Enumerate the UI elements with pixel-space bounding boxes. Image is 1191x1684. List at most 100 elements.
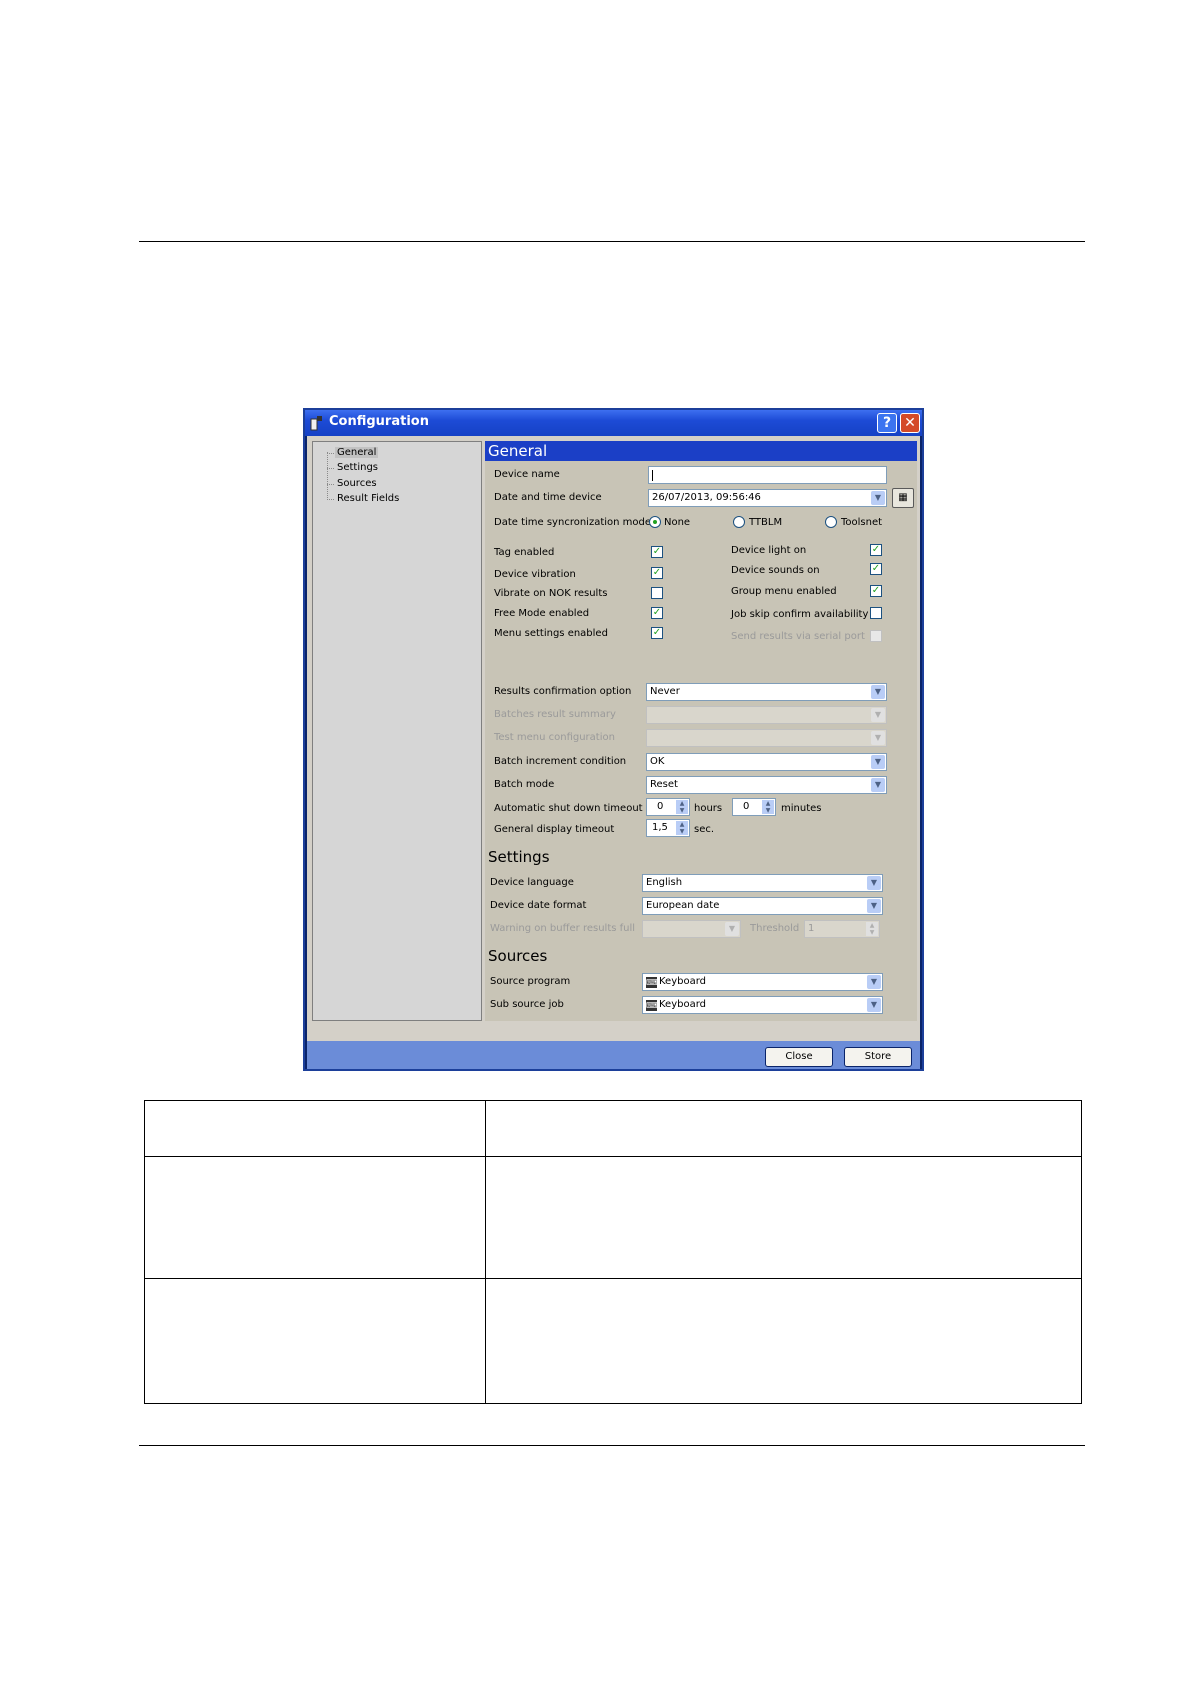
send-serial-label: Send results via serial port bbox=[731, 631, 865, 642]
sync-toolsnet-label: Toolsnet bbox=[841, 517, 883, 528]
test-menu-config-label: Test menu configuration bbox=[494, 732, 615, 743]
warning-buffer-select[interactable]: ▼ bbox=[642, 920, 741, 938]
chevron-down-icon[interactable]: ▼ bbox=[867, 975, 881, 989]
dialog-body: General Settings Sources Result Fields G… bbox=[307, 436, 920, 1041]
configuration-window: Configuration ? ✕ General Settings Sourc… bbox=[303, 408, 924, 1071]
help-button[interactable]: ? bbox=[877, 413, 897, 433]
test-menu-config-select[interactable]: ▼ bbox=[646, 729, 887, 747]
spinner-arrows-icon[interactable]: ▲ ▼ bbox=[762, 800, 774, 814]
device-sounds-label: Device sounds on bbox=[731, 565, 820, 576]
batch-mode-label: Batch mode bbox=[494, 779, 555, 790]
tree-connector bbox=[327, 452, 329, 500]
auto-shutdown-label: Automatic shut down timeout bbox=[494, 803, 643, 814]
dialog-footer: Close Store bbox=[307, 1041, 920, 1069]
source-program-select[interactable]: ⌨Keyboard ▼ bbox=[642, 973, 883, 991]
shutdown-hours-spinner[interactable]: 0 ▲ ▼ bbox=[646, 798, 690, 816]
device-language-label: Device language bbox=[490, 877, 574, 888]
bottom-rule bbox=[139, 1445, 1085, 1446]
batches-summary-select[interactable]: ▼ bbox=[646, 706, 887, 724]
group-menu-checkbox[interactable]: ✓ bbox=[870, 585, 882, 597]
display-timeout-unit: sec. bbox=[694, 824, 715, 835]
close-window-button[interactable]: ✕ bbox=[900, 413, 920, 433]
batch-increment-label: Batch increment condition bbox=[494, 756, 627, 767]
table-row-divider bbox=[145, 1156, 1081, 1157]
date-format-label: Device date format bbox=[490, 900, 587, 911]
date-format-select[interactable]: European date ▼ bbox=[642, 897, 883, 915]
chevron-down-icon[interactable]: ▼ bbox=[871, 755, 885, 769]
chevron-down-icon[interactable]: ▼ bbox=[867, 876, 881, 890]
chevron-down-icon[interactable]: ▼ bbox=[871, 685, 885, 699]
minutes-unit-label: minutes bbox=[781, 803, 822, 814]
chevron-down-icon[interactable]: ▼ bbox=[871, 731, 885, 745]
date-time-device-field[interactable]: 26/07/2013, 09:56:46 ▼ bbox=[648, 489, 887, 507]
device-language-select[interactable]: English ▼ bbox=[642, 874, 883, 892]
tag-enabled-checkbox[interactable]: ✓ bbox=[651, 546, 663, 558]
title-bar: Configuration ? ✕ bbox=[305, 410, 922, 436]
vibrate-nok-checkbox[interactable] bbox=[651, 587, 663, 599]
sync-toolsnet-radio[interactable] bbox=[825, 516, 837, 528]
sub-source-job-label: Sub source job bbox=[490, 999, 564, 1010]
sources-section-title: Sources bbox=[488, 947, 548, 965]
tree-item-result-fields[interactable]: Result Fields bbox=[326, 493, 401, 504]
sync-ttblm-radio[interactable] bbox=[733, 516, 745, 528]
settings-section-title: Settings bbox=[488, 848, 550, 866]
tag-enabled-label: Tag enabled bbox=[494, 547, 555, 558]
general-panel: General Device name Date and time device… bbox=[485, 441, 917, 1021]
device-name-input[interactable] bbox=[648, 466, 887, 484]
table-row-divider bbox=[145, 1278, 1081, 1279]
tree-item-general[interactable]: General bbox=[326, 447, 379, 458]
free-mode-checkbox[interactable]: ✓ bbox=[651, 607, 663, 619]
results-confirmation-select[interactable]: Never ▼ bbox=[646, 683, 887, 701]
tree-item-settings[interactable]: Settings bbox=[326, 462, 380, 473]
menu-settings-checkbox[interactable]: ✓ bbox=[651, 627, 663, 639]
calendar-sync-button[interactable]: ▦ bbox=[892, 488, 914, 508]
shutdown-minutes-spinner[interactable]: 0 ▲ ▼ bbox=[732, 798, 776, 816]
chevron-down-icon[interactable]: ▼ bbox=[725, 922, 739, 936]
job-skip-checkbox[interactable] bbox=[870, 607, 882, 619]
description-table bbox=[144, 1100, 1082, 1404]
calendar-icon: ▦ bbox=[898, 492, 908, 503]
chevron-down-icon[interactable]: ▼ bbox=[871, 778, 885, 792]
device-vibration-label: Device vibration bbox=[494, 569, 576, 580]
send-serial-checkbox[interactable] bbox=[870, 630, 882, 642]
group-menu-label: Group menu enabled bbox=[731, 586, 837, 597]
spinner-arrows-icon[interactable]: ▲ ▼ bbox=[676, 800, 688, 814]
vibrate-nok-label: Vibrate on NOK results bbox=[494, 588, 608, 599]
device-vibration-checkbox[interactable]: ✓ bbox=[651, 567, 663, 579]
free-mode-label: Free Mode enabled bbox=[494, 608, 590, 619]
chevron-down-icon[interactable]: ▼ bbox=[867, 998, 881, 1012]
app-icon bbox=[310, 416, 322, 431]
keyboard-icon: ⌨ bbox=[646, 1000, 658, 1011]
device-light-label: Device light on bbox=[731, 545, 807, 556]
display-timeout-spinner[interactable]: 1,5 ▲ ▼ bbox=[646, 819, 690, 837]
device-name-label: Device name bbox=[494, 469, 560, 480]
spinner-arrows-icon[interactable]: ▲ ▼ bbox=[866, 922, 878, 936]
chevron-down-icon[interactable]: ▼ bbox=[871, 491, 885, 505]
tree-item-sources[interactable]: Sources bbox=[327, 478, 379, 489]
sync-ttblm-label: TTBLM bbox=[749, 517, 783, 528]
text-caret bbox=[652, 470, 653, 481]
sync-none-label: None bbox=[664, 517, 691, 528]
sync-none-radio[interactable] bbox=[649, 516, 661, 528]
store-button[interactable]: Store bbox=[844, 1047, 912, 1067]
batches-summary-label: Batches result summary bbox=[494, 709, 616, 720]
menu-settings-label: Menu settings enabled bbox=[494, 628, 608, 639]
threshold-label: Threshold bbox=[750, 923, 800, 934]
keyboard-icon: ⌨ bbox=[646, 977, 658, 988]
device-light-checkbox[interactable]: ✓ bbox=[870, 544, 882, 556]
batch-increment-select[interactable]: OK ▼ bbox=[646, 753, 887, 771]
results-confirmation-label: Results confirmation option bbox=[494, 686, 632, 697]
spinner-arrows-icon[interactable]: ▲ ▼ bbox=[676, 821, 688, 835]
window-title: Configuration bbox=[329, 414, 429, 429]
table-column-divider bbox=[485, 1101, 486, 1403]
threshold-spinner[interactable]: 1 ▲ ▼ bbox=[804, 920, 880, 938]
sub-source-job-select[interactable]: ⌨Keyboard ▼ bbox=[642, 996, 883, 1014]
chevron-down-icon[interactable]: ▼ bbox=[871, 708, 885, 722]
close-button[interactable]: Close bbox=[765, 1047, 833, 1067]
hours-unit-label: hours bbox=[694, 803, 723, 814]
display-timeout-label: General display timeout bbox=[494, 824, 615, 835]
device-sounds-checkbox[interactable]: ✓ bbox=[870, 563, 882, 575]
chevron-down-icon[interactable]: ▼ bbox=[867, 899, 881, 913]
warning-buffer-label: Warning on buffer results full bbox=[490, 923, 636, 934]
batch-mode-select[interactable]: Reset ▼ bbox=[646, 776, 887, 794]
